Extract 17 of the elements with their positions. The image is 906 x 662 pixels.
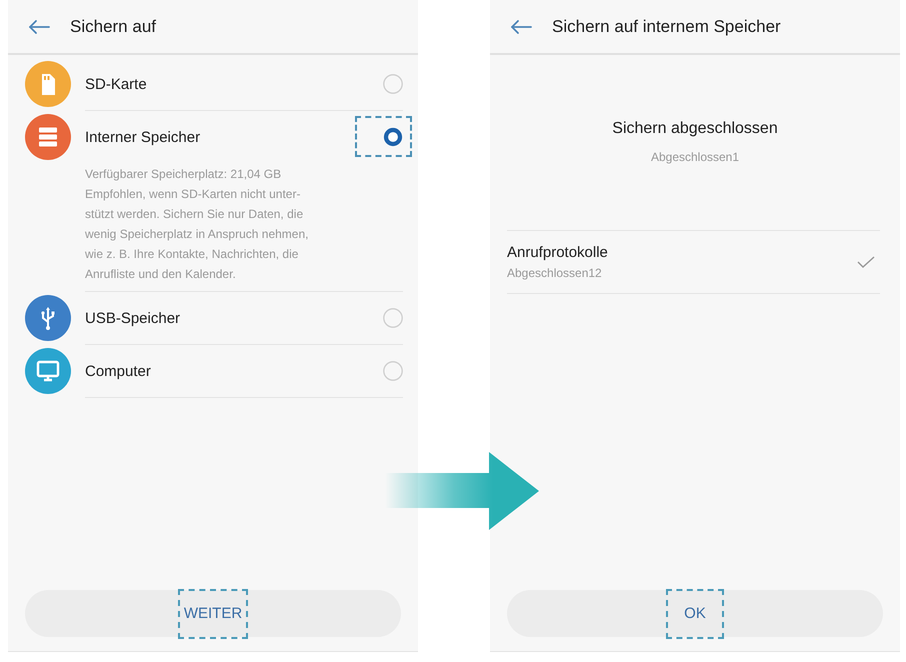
status-title: Sichern abgeschlossen [611, 119, 779, 139]
screen-title: Sichern auf internem Speicher [552, 16, 781, 36]
back-icon[interactable] [28, 18, 50, 34]
action-button[interactable]: OK [507, 590, 883, 637]
option-label[interactable]: Computer [85, 362, 151, 380]
option-label[interactable]: Interner Speicher [85, 128, 200, 146]
screen-title: Sichern auf [70, 16, 156, 36]
storage-info: Verfügbarer Speicherplatz: 21,04 GB [85, 166, 282, 183]
item-label: Anrufprotokolle [507, 243, 608, 263]
option-label[interactable]: SD-Karte [85, 76, 147, 92]
radio-button[interactable] [383, 127, 403, 147]
status-subtitle: Abgeschlossen1 [650, 149, 740, 166]
back-icon[interactable] [510, 18, 532, 34]
option-label[interactable]: USB-Speicher [85, 310, 180, 326]
item-status: Abgeschlossen12 [507, 265, 603, 281]
description-text: Empfohlen, wenn SD-Karten nicht unter- stützt werden. Sichern Sie nur Daten, die wenig Speicherplatz in Anspruch nehmen, wie z. B. Ihre Kontakte, Nachrichten, die Anrufliste und den Kalender. [85, 186, 310, 283]
action-button[interactable]: WEITER [25, 590, 401, 637]
